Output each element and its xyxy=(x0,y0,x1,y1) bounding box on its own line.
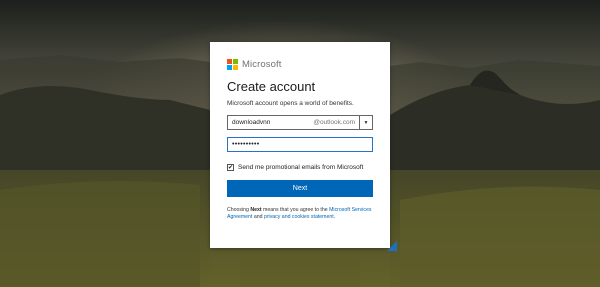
password-input[interactable]: •••••••••• xyxy=(227,137,373,152)
logo-square-yellow xyxy=(233,64,238,70)
page-subtitle: Microsoft account opens a world of benef… xyxy=(227,100,354,107)
next-button[interactable]: Next xyxy=(227,180,373,197)
terms-suffix: . xyxy=(333,214,336,220)
domain-dropdown-button[interactable]: ▼ xyxy=(360,115,373,130)
terms-middle: means that you agree to the xyxy=(261,207,330,213)
email-username: downloadvnn xyxy=(232,119,271,126)
terms-prefix: Choosing xyxy=(227,207,251,213)
checkmark-icon: ✔ xyxy=(227,164,234,171)
signup-card: Microsoft Create account Microsoft accou… xyxy=(210,42,390,248)
promo-option[interactable]: ✔ Send me promotional emails from Micros… xyxy=(227,164,373,171)
password-value: •••••••••• xyxy=(232,141,260,148)
logo-square-blue xyxy=(227,64,232,70)
logo-square-red xyxy=(227,58,232,64)
promo-checkbox[interactable]: ✔ xyxy=(227,164,234,171)
microsoft-logo-icon xyxy=(227,58,238,70)
email-row: downloadvnn @outlook.com ▼ xyxy=(227,115,373,130)
terms-and: and xyxy=(252,214,264,220)
page-title: Create account xyxy=(227,79,316,94)
brand-name: Microsoft xyxy=(242,58,282,70)
privacy-statement-link[interactable]: privacy and cookies statement xyxy=(264,214,334,220)
caret-down-icon: ▼ xyxy=(363,119,369,126)
logo-square-green xyxy=(233,58,238,64)
terms-text: Choosing Next means that you agree to th… xyxy=(227,207,373,221)
promo-label: Send me promotional emails from Microsof… xyxy=(238,164,364,171)
terms-bold: Next xyxy=(250,207,262,213)
brand-header: Microsoft xyxy=(227,58,373,70)
email-domain: @outlook.com xyxy=(313,119,355,126)
email-input[interactable]: downloadvnn @outlook.com xyxy=(227,115,360,130)
corner-accent xyxy=(387,241,397,251)
